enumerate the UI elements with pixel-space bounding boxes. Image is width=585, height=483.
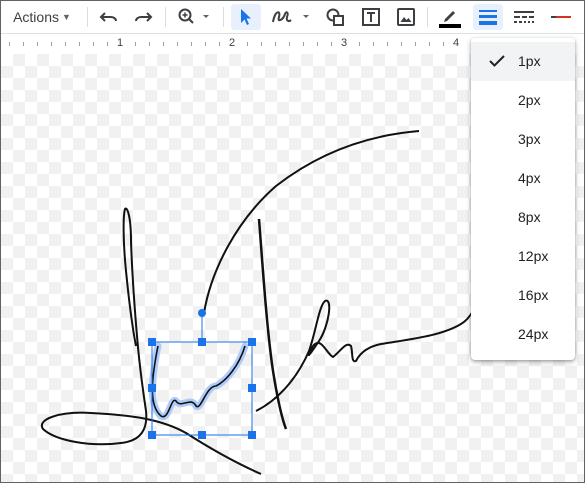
line-weight-option-label: 16px bbox=[518, 286, 549, 303]
chevron-down-icon: ▼ bbox=[62, 12, 71, 22]
toolbar-divider bbox=[165, 7, 166, 27]
select-tool-button[interactable] bbox=[231, 4, 261, 30]
line-color-button[interactable] bbox=[435, 4, 465, 30]
zoom-button[interactable] bbox=[173, 4, 215, 30]
rotate-handle bbox=[198, 309, 206, 317]
resize-handle bbox=[248, 431, 256, 439]
resize-handle bbox=[148, 384, 156, 392]
select-icon bbox=[241, 9, 251, 25]
shape-tool-button[interactable] bbox=[321, 4, 349, 30]
scribble-stroke bbox=[255, 299, 477, 412]
line-weight-option-label: 12px bbox=[518, 247, 549, 264]
line-weight-button[interactable] bbox=[473, 4, 503, 30]
zoom-icon bbox=[178, 8, 209, 24]
line-weight-option-16px[interactable]: 16px bbox=[471, 275, 575, 314]
image-button[interactable] bbox=[393, 4, 419, 30]
ruler-mark: 3 bbox=[341, 37, 348, 49]
image-icon bbox=[397, 8, 415, 26]
ruler-mark: 4 bbox=[453, 37, 460, 49]
line-start-button[interactable] bbox=[545, 4, 577, 30]
scribble-icon bbox=[272, 11, 309, 23]
redo-button[interactable] bbox=[129, 4, 157, 30]
resize-handle bbox=[248, 338, 256, 346]
toolbar-divider bbox=[87, 7, 88, 27]
line-weight-option-12px[interactable]: 12px bbox=[471, 236, 575, 275]
actions-label: Actions bbox=[13, 9, 59, 25]
line-weight-option-label: 24px bbox=[518, 325, 549, 342]
actions-menu-button[interactable]: Actions ▼ bbox=[7, 4, 77, 30]
text-box-button[interactable] bbox=[357, 4, 385, 30]
drawing-editor: Actions ▼ 1 2 3 4 1px 2px 3px 4px 8px 12… bbox=[0, 0, 585, 483]
toolbar-divider bbox=[223, 7, 224, 27]
line-dash-button[interactable] bbox=[509, 4, 539, 30]
line-weight-option-label: 8px bbox=[518, 209, 541, 225]
resize-handle bbox=[198, 338, 206, 346]
line-weight-option-label: 2px bbox=[518, 92, 541, 109]
resize-handle bbox=[148, 338, 156, 346]
toolbar-divider bbox=[427, 7, 428, 27]
toolbar: Actions ▼ bbox=[1, 1, 584, 33]
resize-handle bbox=[248, 384, 256, 392]
line-weight-icon bbox=[479, 10, 497, 25]
ruler-mark: 2 bbox=[229, 37, 236, 49]
ruler-mark: 1 bbox=[117, 37, 124, 49]
scribble-stroke bbox=[203, 130, 420, 314]
checkmark-icon bbox=[489, 55, 505, 68]
selected-scribble bbox=[151, 345, 246, 418]
resize-handle bbox=[148, 431, 156, 439]
line-weight-option-label: 3px bbox=[518, 131, 541, 148]
text-box-icon bbox=[362, 8, 380, 26]
arrow-style-icon bbox=[551, 16, 571, 18]
line-weight-option-8px[interactable]: 8px bbox=[471, 198, 575, 237]
scribble-tool-button[interactable] bbox=[267, 4, 315, 30]
shape-icon bbox=[326, 8, 344, 26]
line-weight-option-1px[interactable]: 1px bbox=[471, 42, 575, 81]
resize-handle bbox=[198, 431, 206, 439]
undo-icon bbox=[99, 12, 117, 22]
line-weight-option-24px[interactable]: 24px bbox=[471, 314, 575, 353]
line-color-icon bbox=[439, 11, 461, 28]
line-weight-option-4px[interactable]: 4px bbox=[471, 159, 575, 198]
line-weight-option-label: 4px bbox=[518, 170, 541, 187]
line-weight-option-label: 1px bbox=[518, 53, 541, 70]
line-weight-option-3px[interactable]: 3px bbox=[471, 120, 575, 159]
redo-icon bbox=[135, 12, 153, 22]
line-dash-icon bbox=[514, 11, 534, 23]
undo-button[interactable] bbox=[95, 4, 123, 30]
line-weight-menu: 1px 2px 3px 4px 8px 12px 16px 24px bbox=[471, 38, 575, 360]
line-weight-option-2px[interactable]: 2px bbox=[471, 81, 575, 120]
scribble-stroke bbox=[257, 218, 288, 430]
